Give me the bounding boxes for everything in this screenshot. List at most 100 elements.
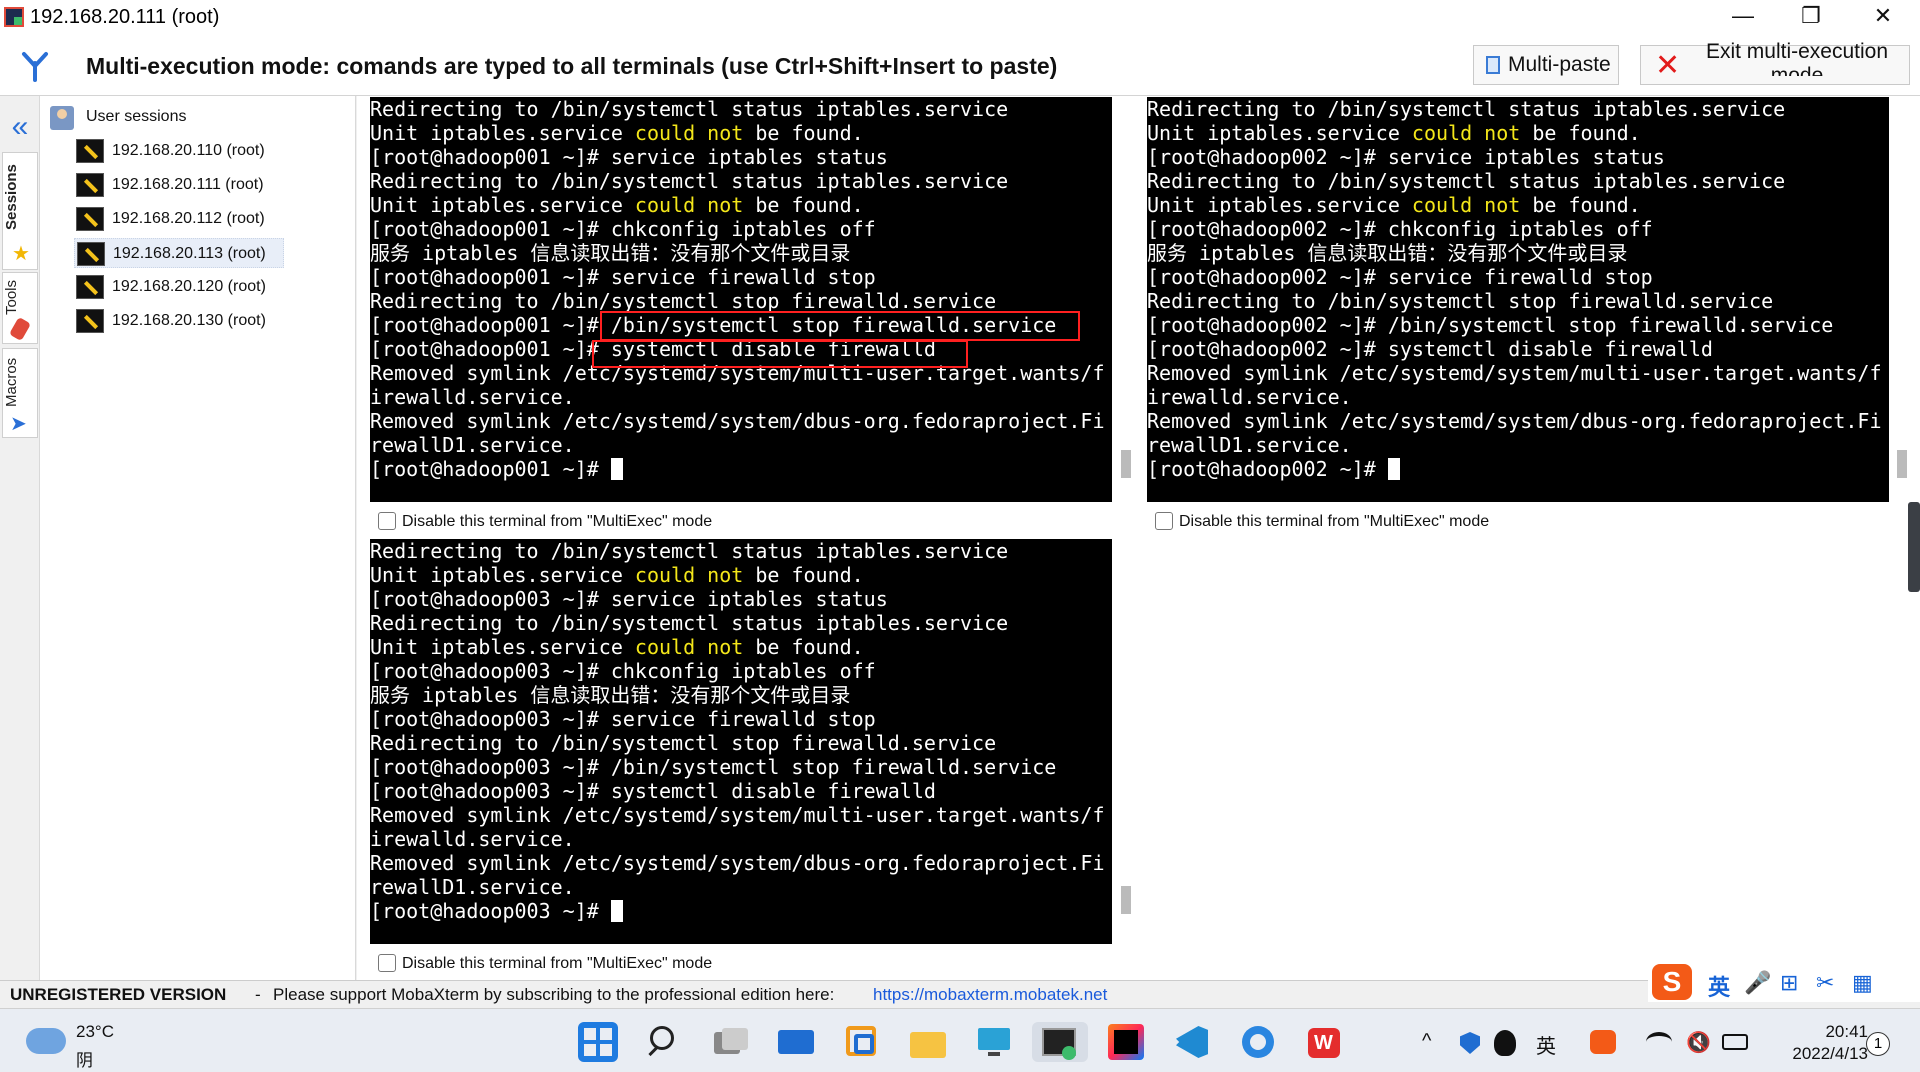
terminal-line: irewalld.service. — [1147, 385, 1352, 409]
disable-multiexec-checkbox[interactable]: Disable this terminal from "MultiExec" m… — [378, 954, 712, 973]
mobatek-link[interactable]: https://mobaxterm.mobatek.net — [873, 985, 1107, 1005]
sogou-logo-icon[interactable]: S — [1652, 964, 1692, 1000]
sogou-tray-icon[interactable] — [1590, 1030, 1616, 1054]
multi-paste-button[interactable]: Multi-paste — [1473, 45, 1619, 85]
exit-multiexec-button[interactable]: ✕ Exit multi-execution mode — [1640, 40, 1910, 85]
minimize-button[interactable]: — — [1712, 0, 1774, 34]
side-scroll-handle[interactable] — [1908, 502, 1920, 592]
vm-icon[interactable] — [842, 1022, 882, 1062]
intellij-icon[interactable] — [1106, 1022, 1146, 1062]
wps-icon[interactable]: W — [1304, 1022, 1344, 1062]
wifi-icon[interactable] — [1646, 1032, 1672, 1052]
taskbar — [0, 1008, 1920, 1072]
terminal-line: Removed symlink /etc/systemd/system/dbus… — [1147, 409, 1882, 433]
window-title: 192.168.20.111 (root) — [30, 6, 220, 28]
multi-paste-label: Multi-paste — [1508, 53, 1611, 76]
session-item[interactable]: 192.168.20.110 (root) — [74, 136, 284, 166]
status-separator: - — [255, 985, 261, 1004]
battery-icon[interactable] — [1722, 1034, 1748, 1050]
browser-icon[interactable] — [1238, 1022, 1278, 1062]
support-message: Please support MobaXterm by subscribing … — [273, 985, 835, 1004]
weather-temperature[interactable]: 23°C — [76, 1022, 114, 1042]
terminal-line: 服务 iptables 信息读取出错：没有那个文件或目录 — [1147, 241, 1628, 265]
tab-sessions[interactable]: Sessions ★ — [2, 152, 38, 270]
checkbox-box[interactable] — [378, 512, 396, 530]
start-icon[interactable] — [578, 1022, 618, 1062]
terminal-scrollbar[interactable] — [1897, 450, 1907, 478]
disable-multiexec-checkbox[interactable]: Disable this terminal from "MultiExec" m… — [378, 512, 712, 531]
session-label: 192.168.20.120 (root) — [112, 278, 266, 295]
star-icon: ★ — [12, 243, 30, 265]
terminal-hadoop001[interactable]: Redirecting to /bin/systemctl status ipt… — [370, 97, 1112, 502]
collapse-sidebar-icon[interactable]: « — [4, 110, 36, 144]
session-label: 192.168.20.112 (root) — [112, 210, 265, 227]
weather-description[interactable]: 阴 — [76, 1046, 93, 1071]
tray-chevron[interactable]: ^ — [1422, 1030, 1431, 1053]
ime-apps-icon[interactable]: ▦ — [1852, 970, 1873, 996]
terminal-scrollbar[interactable] — [1121, 450, 1131, 478]
terminal-scrollbar[interactable] — [1121, 886, 1131, 914]
tray-language[interactable]: 英 — [1536, 1030, 1556, 1059]
session-label: 192.168.20.113 (root) — [113, 245, 266, 262]
clock-time[interactable]: 20:41 — [1788, 1022, 1868, 1042]
session-item[interactable]: 192.168.20.120 (root) — [74, 272, 284, 302]
terminal-line: [root@hadoop001 ~]# service iptables sta… — [370, 145, 888, 169]
disable-multiexec-label: Disable this terminal from "MultiExec" m… — [402, 955, 713, 972]
highlight-box-disable-firewalld — [592, 340, 968, 368]
terminal-hadoop002[interactable]: Redirecting to /bin/systemctl status ipt… — [1147, 97, 1889, 502]
search-icon[interactable] — [644, 1022, 684, 1062]
tab-tools[interactable]: Tools — [2, 272, 38, 344]
terminal-line: [root@hadoop003 ~]# service iptables sta… — [370, 587, 888, 611]
maximize-button[interactable]: ❐ — [1780, 0, 1842, 34]
terminal-line: [root@hadoop003 ~]# systemctl disable fi… — [370, 779, 936, 803]
remote-desktop-icon[interactable] — [974, 1022, 1014, 1062]
tab-macros[interactable]: Macros ➤ — [2, 348, 38, 438]
checkbox-box[interactable] — [378, 954, 396, 972]
terminal-line: rewallD1.service. — [370, 433, 575, 457]
terminal-line: [root@hadoop001 ~]# — [370, 457, 1112, 481]
terminal-line: [root@hadoop002 ~]# service firewalld st… — [1147, 265, 1653, 289]
terminal-line: [root@hadoop001 ~]# chkconfig iptables o… — [370, 217, 876, 241]
session-label: 192.168.20.130 (root) — [112, 312, 266, 329]
notification-badge[interactable]: 1 — [1866, 1032, 1890, 1056]
disable-multiexec-checkbox[interactable]: Disable this terminal from "MultiExec" m… — [1155, 512, 1489, 531]
file-explorer-icon[interactable] — [908, 1022, 948, 1062]
speaker-muted-icon[interactable]: 🔇 — [1686, 1030, 1711, 1055]
microphone-icon[interactable]: 🎤 — [1744, 970, 1771, 996]
cloud-weather-icon[interactable] — [26, 1028, 66, 1054]
user-sessions-icon — [50, 106, 74, 130]
terminal-line: Redirecting to /bin/systemctl status ipt… — [370, 169, 1009, 193]
ssh-key-icon — [76, 309, 104, 333]
session-item[interactable]: 192.168.20.111 (root) — [74, 170, 284, 200]
terminal-line: [root@hadoop002 ~]# systemctl disable fi… — [1147, 337, 1713, 361]
mobaxterm-icon[interactable] — [1032, 1022, 1088, 1062]
highlight-box-stop-firewalld — [600, 311, 1080, 341]
ime-toolbar: S 英 🎤 ⊞ ✂ ▦ — [1648, 962, 1920, 1002]
tab-tools-label: Tools — [3, 279, 20, 315]
qq-penguin-icon[interactable] — [1494, 1030, 1516, 1056]
user-sessions-folder[interactable]: User sessions — [48, 104, 348, 132]
task-view-icon[interactable] — [710, 1022, 750, 1062]
terminal-line: Unit iptables.service could not be found… — [1147, 193, 1641, 217]
terminal-line: Redirecting to /bin/systemctl status ipt… — [1147, 169, 1786, 193]
vscode-icon[interactable] — [1172, 1022, 1212, 1062]
ime-grid-icon[interactable]: ⊞ — [1780, 970, 1798, 996]
terminal-hadoop003[interactable]: Redirecting to /bin/systemctl status ipt… — [370, 539, 1112, 944]
status-bar: UNREGISTERED VERSION - Please support Mo… — [0, 980, 1920, 1008]
session-item-selected[interactable]: 192.168.20.113 (root) — [74, 238, 284, 268]
terminal-line: Unit iptables.service could not be found… — [370, 635, 864, 659]
ime-lang-toggle[interactable]: 英 — [1708, 970, 1730, 1002]
scissors-icon[interactable]: ✂ — [1816, 970, 1834, 996]
mail-icon[interactable] — [776, 1022, 816, 1062]
terminal-line: Redirecting to /bin/systemctl stop firew… — [370, 731, 997, 755]
checkbox-box[interactable] — [1155, 512, 1173, 530]
close-window-button[interactable]: ✕ — [1852, 0, 1914, 34]
terminal-line: Redirecting to /bin/systemctl status ipt… — [1147, 97, 1786, 121]
clock-date[interactable]: 2022/4/13 — [1762, 1044, 1868, 1064]
terminal-line: [root@hadoop003 ~]# chkconfig iptables o… — [370, 659, 876, 683]
terminal-line: [root@hadoop002 ~]# service iptables sta… — [1147, 145, 1665, 169]
terminal-line: [root@hadoop003 ~]# /bin/systemctl stop … — [370, 755, 1057, 779]
session-item[interactable]: 192.168.20.130 (root) — [74, 306, 284, 336]
session-item[interactable]: 192.168.20.112 (root) — [74, 204, 284, 234]
title-bar — [0, 0, 1920, 36]
